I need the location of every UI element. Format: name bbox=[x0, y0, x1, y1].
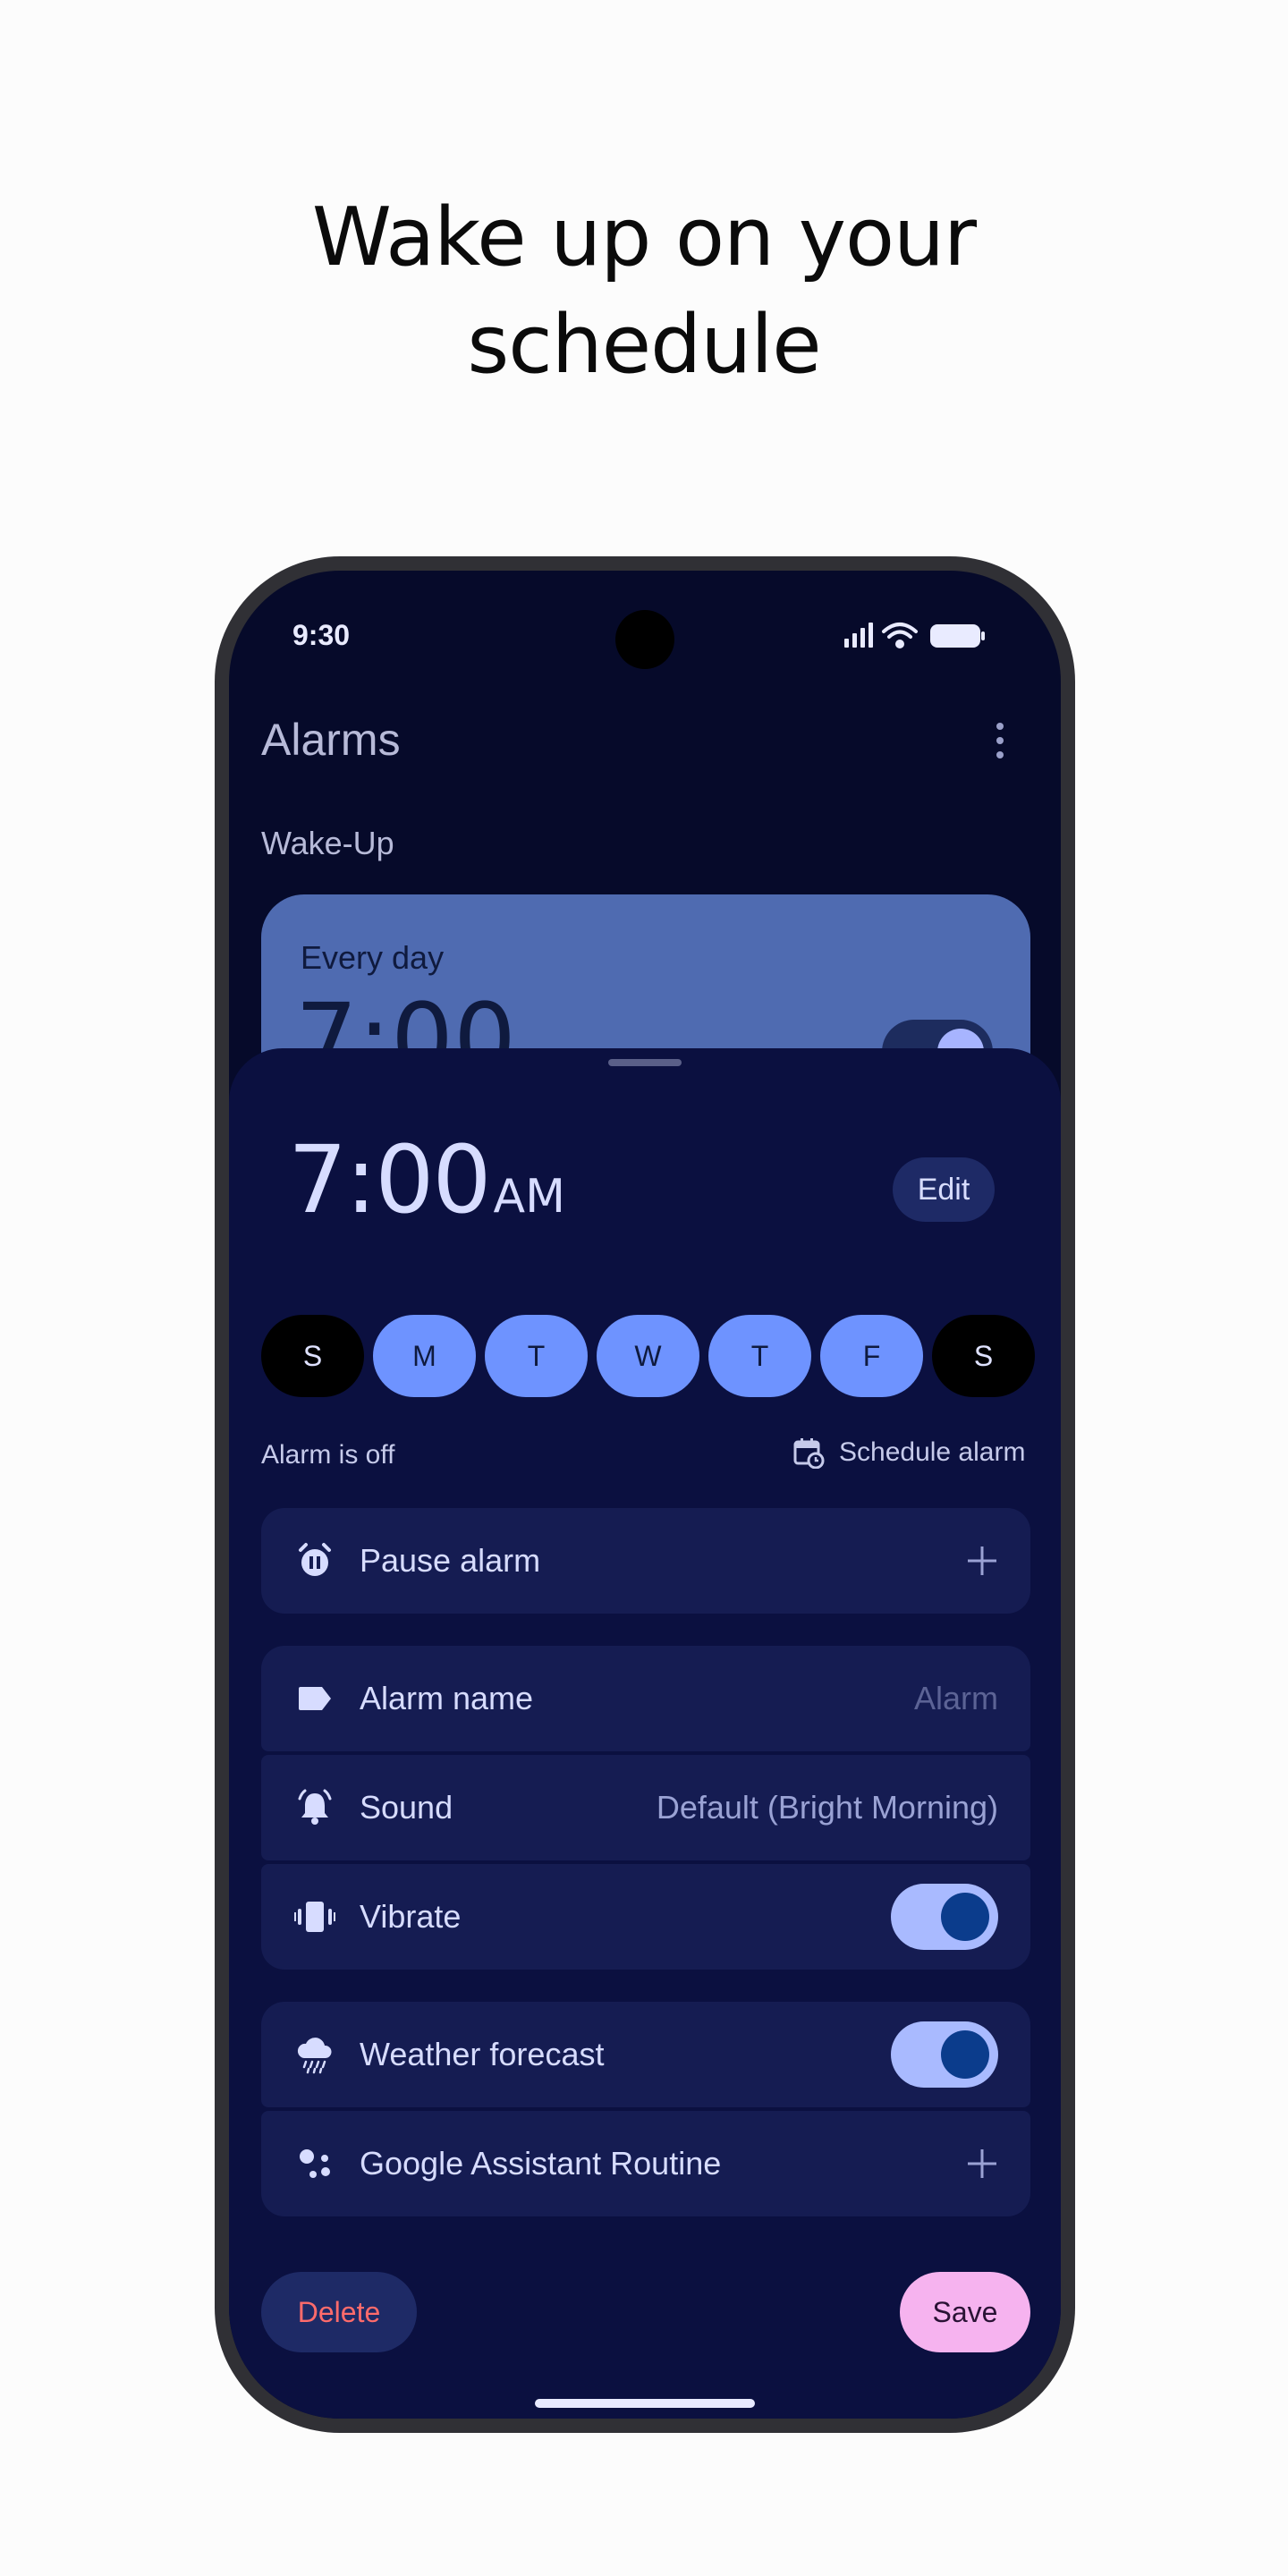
assistant-routine-label: Google Assistant Routine bbox=[360, 2145, 722, 2182]
schedule-alarm-button[interactable]: Schedule alarm bbox=[792, 1436, 1025, 1469]
alarm-state-text: Alarm is off bbox=[261, 1440, 395, 1470]
vibrate-row[interactable]: Vibrate bbox=[261, 1864, 1030, 1970]
toggle-knob bbox=[941, 2030, 989, 2079]
alarm-time-display[interactable]: 7:00AM bbox=[288, 1125, 565, 1234]
alarm-name-label: Alarm name bbox=[360, 1680, 534, 1716]
calendar-clock-icon bbox=[793, 1438, 825, 1469]
sound-value: Default (Bright Morning) bbox=[656, 1789, 998, 1826]
delete-button[interactable]: Delete bbox=[261, 2272, 417, 2352]
label-icon bbox=[293, 1677, 336, 1720]
phone-screen: 9:30 Alarms Wake-Up Every day 7:00 7:00A… bbox=[229, 571, 1061, 2419]
day-toggle-friday[interactable]: F bbox=[820, 1315, 923, 1397]
status-icons bbox=[844, 623, 985, 648]
battery-icon bbox=[930, 624, 985, 648]
sheet-drag-handle[interactable] bbox=[608, 1059, 682, 1066]
toggle-knob bbox=[941, 1893, 989, 1941]
headline-line-1: Wake up on your bbox=[311, 191, 977, 284]
day-toggle-thursday[interactable]: T bbox=[708, 1315, 811, 1397]
assistant-icon bbox=[293, 2142, 336, 2185]
alarm-time-value: 7:00 bbox=[288, 1125, 492, 1234]
headline-line-2: schedule bbox=[467, 298, 821, 392]
weather-forecast-label: Weather forecast bbox=[360, 2036, 605, 2072]
alarm-name-row[interactable]: Alarm name Alarm bbox=[261, 1646, 1030, 1751]
wifi-icon bbox=[882, 623, 918, 648]
home-indicator[interactable] bbox=[535, 2399, 755, 2408]
alarm-pause-icon bbox=[293, 1539, 336, 1582]
sound-label: Sound bbox=[360, 1789, 453, 1826]
vibrate-toggle[interactable] bbox=[891, 1884, 998, 1950]
rain-cloud-icon bbox=[293, 2033, 336, 2076]
app-title: Alarms bbox=[261, 715, 401, 765]
save-button[interactable]: Save bbox=[900, 2272, 1030, 2352]
alarm-card-days: Every day bbox=[301, 939, 445, 976]
section-title: Wake-Up bbox=[261, 825, 394, 861]
pause-alarm-label: Pause alarm bbox=[360, 1542, 541, 1579]
alarm-name-value: Alarm bbox=[913, 1680, 998, 1716]
plus-icon[interactable] bbox=[966, 1545, 998, 1577]
signal-icon bbox=[844, 623, 873, 648]
alarm-time-ampm: AM bbox=[493, 1170, 565, 1224]
day-toggle-saturday[interactable]: S bbox=[932, 1315, 1035, 1397]
sound-row[interactable]: Sound Default (Bright Morning) bbox=[261, 1755, 1030, 1860]
vibrate-label: Vibrate bbox=[360, 1898, 462, 1935]
day-toggle-sunday[interactable]: S bbox=[261, 1315, 364, 1397]
assistant-routine-row[interactable]: Google Assistant Routine bbox=[261, 2111, 1030, 2216]
more-vert-icon[interactable] bbox=[991, 721, 1009, 760]
weather-forecast-row[interactable]: Weather forecast bbox=[261, 2002, 1030, 2107]
day-toggle-monday[interactable]: M bbox=[373, 1315, 476, 1397]
page-headline: Wake up on your schedule bbox=[0, 184, 1288, 399]
weather-forecast-toggle[interactable] bbox=[891, 2021, 998, 2088]
day-toggle-tuesday[interactable]: T bbox=[485, 1315, 588, 1397]
vibrate-icon bbox=[293, 1895, 336, 1938]
pause-alarm-row[interactable]: Pause alarm bbox=[261, 1508, 1030, 1614]
camera-cutout bbox=[615, 610, 674, 669]
day-selector: S M T W T F S bbox=[261, 1315, 1036, 1397]
status-time: 9:30 bbox=[292, 619, 351, 651]
schedule-alarm-label: Schedule alarm bbox=[839, 1437, 1026, 1467]
edit-time-button[interactable]: Edit bbox=[893, 1157, 995, 1222]
bell-icon bbox=[293, 1786, 336, 1829]
day-toggle-wednesday[interactable]: W bbox=[597, 1315, 699, 1397]
plus-icon[interactable] bbox=[966, 2148, 998, 2180]
